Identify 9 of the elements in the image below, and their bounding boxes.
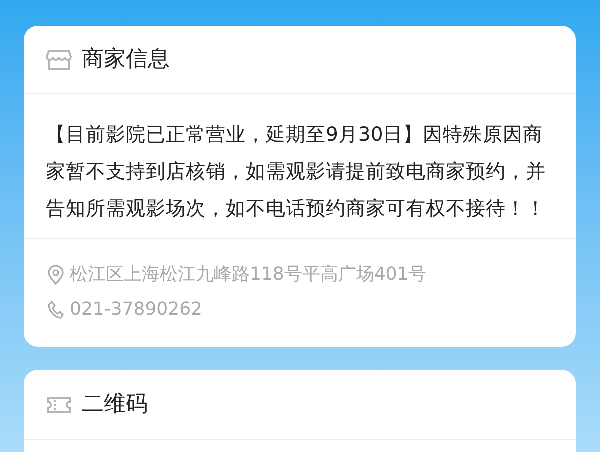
card-title: 二维码 xyxy=(82,391,148,419)
notice-text: 【目前影院已正常营业，延期至9月30日】因特殊原因商家暂不支持到店核销，如需观影请提前致电商家预约，并告知所需观影场次，如不电话预约商家可有权不接待！！ xyxy=(46,122,547,222)
phone-text: 021-37890262 xyxy=(70,298,202,322)
ticket-icon xyxy=(46,396,72,414)
shop-icon xyxy=(46,48,72,70)
phone-icon xyxy=(48,300,64,318)
card-title: 商家信息 xyxy=(82,46,170,74)
location-icon xyxy=(48,264,64,284)
address-text: 松江区上海松江九峰路118号平高广场401号 xyxy=(70,263,427,287)
